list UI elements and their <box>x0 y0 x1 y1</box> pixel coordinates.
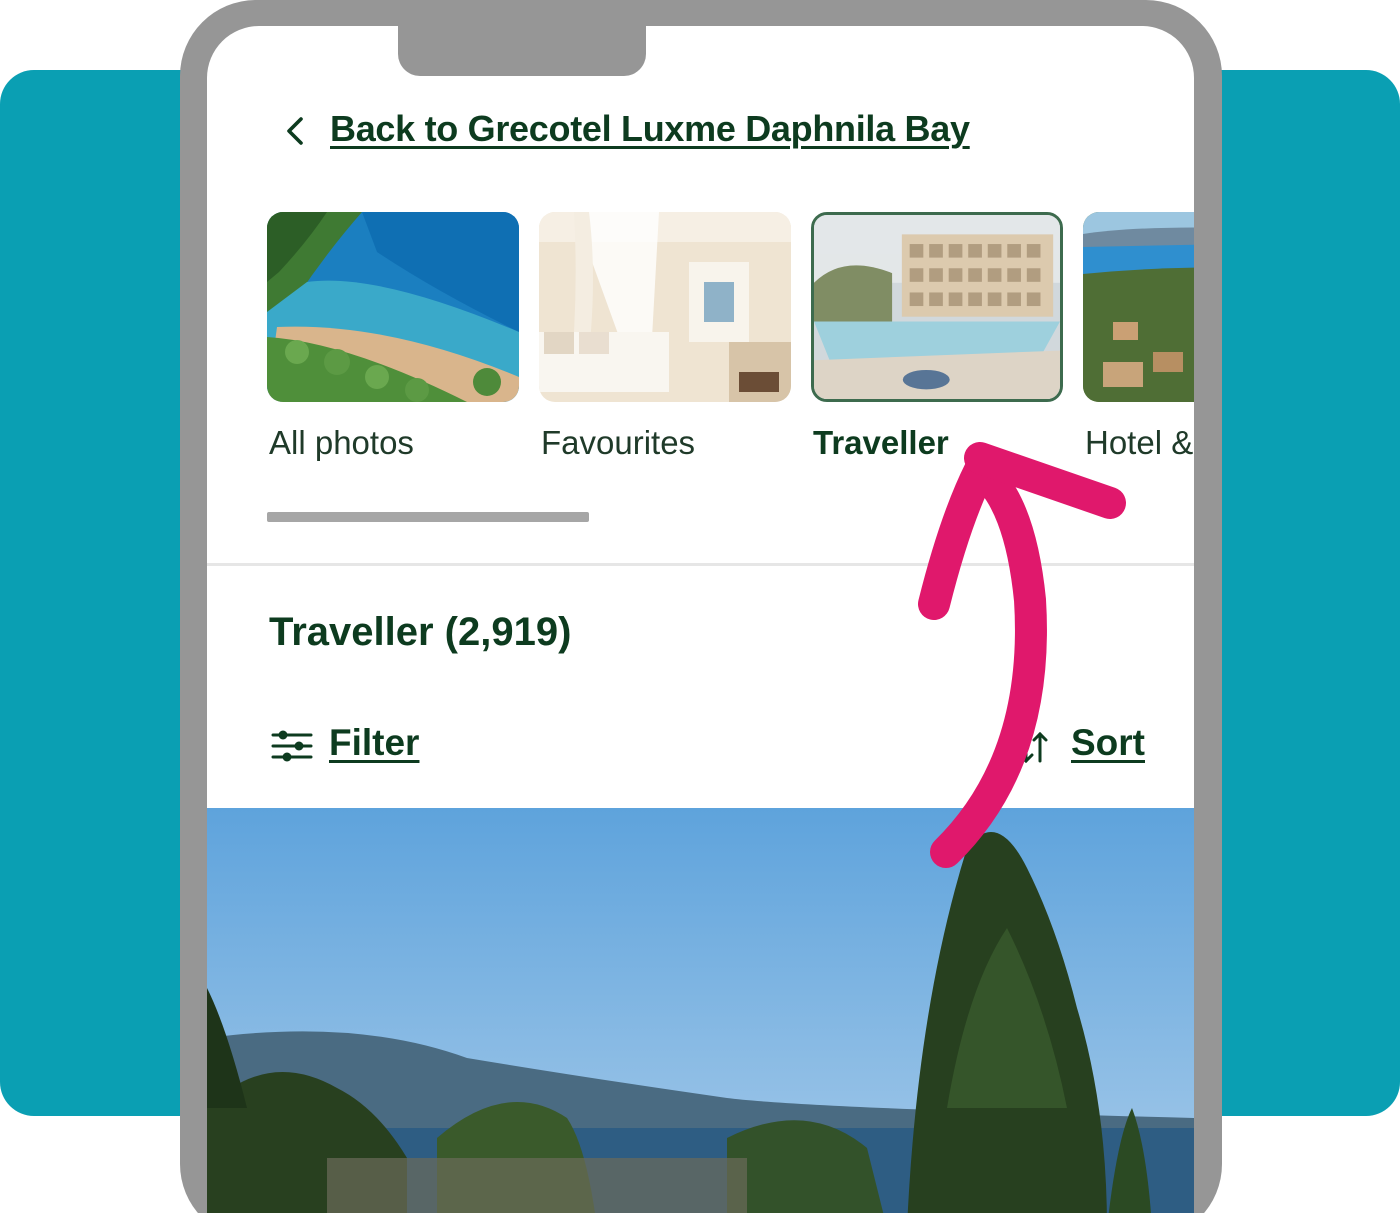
section-title: Traveller (2,919) <box>269 610 572 654</box>
beach-thumbnail[interactable] <box>267 212 519 402</box>
pool-hotel-thumbnail[interactable] <box>811 212 1063 402</box>
sort-arrows-icon[interactable] <box>1015 730 1051 766</box>
chevron-left-icon[interactable] <box>279 114 313 148</box>
phone-notch <box>398 26 646 76</box>
back-link[interactable]: Back to Grecotel Luxme Daphnila Bay <box>330 108 970 150</box>
phone-frame: Back to Grecotel Luxme Daphnila Bay All … <box>180 0 1222 1213</box>
carousel-scrollbar[interactable] <box>267 512 589 522</box>
category-label: Traveller <box>813 424 949 461</box>
category-label: All photos <box>269 424 414 461</box>
category-label: Favourites <box>541 424 696 461</box>
category-favourites[interactable]: Favourites <box>539 212 791 461</box>
filter-label[interactable]: Filter <box>329 722 419 764</box>
phone-screen: Back to Grecotel Luxme Daphnila Bay All … <box>207 26 1194 1213</box>
sort-button[interactable]: Sort <box>1071 722 1145 764</box>
filter-sliders-icon[interactable] <box>271 730 313 762</box>
category-hotel-amenities[interactable]: Hotel & Amenit <box>1083 212 1194 461</box>
category-all-photos[interactable]: All photos <box>267 212 519 461</box>
category-traveller[interactable]: Traveller <box>811 212 1063 461</box>
aerial-resort-thumbnail[interactable] <box>1083 212 1194 402</box>
traveller-photo[interactable] <box>207 808 1194 1213</box>
section-divider <box>207 563 1194 566</box>
photo-category-carousel[interactable]: All photos Favourites Traveller Hotel & <box>207 212 1194 512</box>
category-label: Hotel & Amenit <box>1085 424 1194 461</box>
bedroom-thumbnail[interactable] <box>539 212 791 402</box>
